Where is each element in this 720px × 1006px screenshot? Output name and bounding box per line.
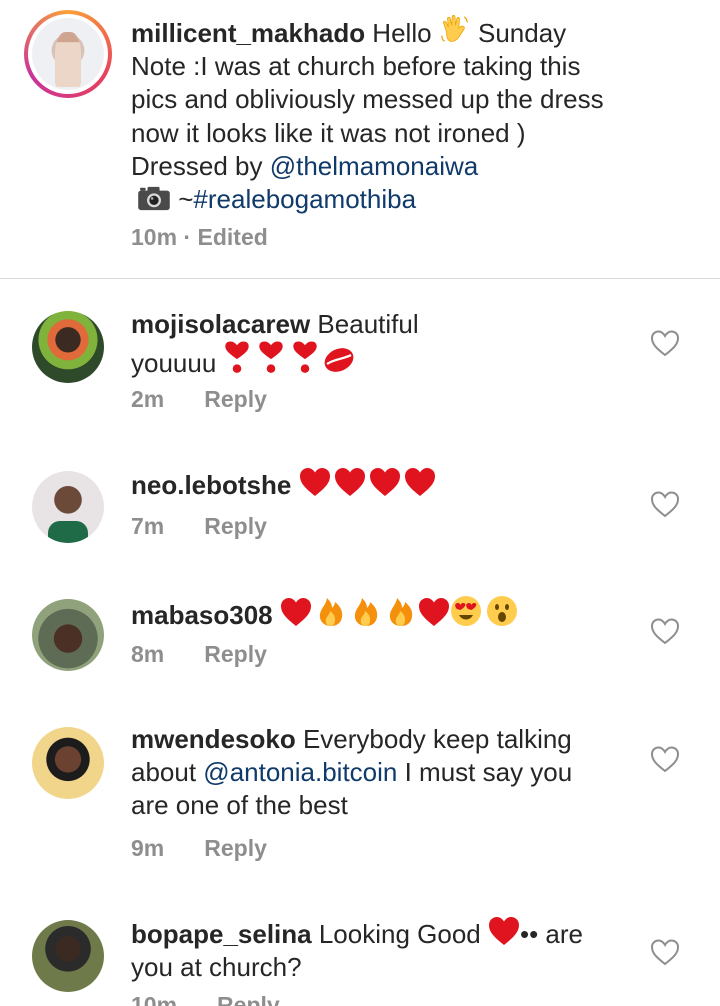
post-caption: millicent_makhado Hello Sunday Note :I w… xyxy=(0,0,720,279)
comment-text xyxy=(291,470,298,500)
heart-exclamation-icon xyxy=(258,341,284,375)
caption-username[interactable]: millicent_makhado xyxy=(131,18,365,48)
comment-time: 10m xyxy=(131,992,178,1006)
camera-icon xyxy=(137,185,171,211)
like-comment-heart-icon[interactable] xyxy=(650,938,680,966)
fire-icon xyxy=(318,595,344,627)
like-comment-heart-icon[interactable] xyxy=(650,329,680,357)
fire-icon xyxy=(388,595,414,627)
comment-time: 8m xyxy=(131,641,165,667)
waving-hand-icon xyxy=(439,13,471,45)
comment-username[interactable]: mojisolacarew xyxy=(131,309,310,339)
red-heart-icon xyxy=(369,467,401,497)
comment-username[interactable]: bopape_selina xyxy=(131,919,312,949)
commenter-avatar[interactable] xyxy=(32,920,104,992)
edited-label: Edited xyxy=(197,224,268,250)
mention-link[interactable]: @antonia.bitcoin xyxy=(203,757,397,787)
like-comment-heart-icon[interactable] xyxy=(650,745,680,773)
comment-text: Everybody keep talking xyxy=(295,724,572,754)
comment-text xyxy=(273,600,280,630)
reply-button[interactable]: Reply xyxy=(204,513,267,539)
reply-button[interactable]: Reply xyxy=(204,641,267,667)
commenter-avatar[interactable] xyxy=(32,599,104,671)
commenter-avatar[interactable] xyxy=(32,311,104,383)
comment-time: 7m xyxy=(131,513,165,539)
fire-icon xyxy=(353,595,379,627)
comment-time: 9m xyxy=(131,835,165,861)
author-avatar[interactable] xyxy=(24,10,112,98)
heart-exclamation-icon xyxy=(224,341,250,375)
commenter-avatar[interactable] xyxy=(32,727,104,799)
red-heart-icon xyxy=(334,467,366,497)
surprised-face-icon xyxy=(486,595,518,627)
caption-text: millicent_makhado Hello Sunday Note :I w… xyxy=(131,13,691,216)
caption-line: Note :I was at church before taking this xyxy=(131,51,581,82)
comment-username[interactable]: neo.lebotshe xyxy=(131,470,291,500)
caption-line: pics and obliviously messed up the dress xyxy=(131,84,604,115)
heart-eyes-icon xyxy=(450,595,482,627)
comment-username[interactable]: mabaso308 xyxy=(131,600,273,630)
red-heart-icon xyxy=(299,467,331,497)
red-heart-icon xyxy=(418,597,450,627)
kiss-mark-icon xyxy=(322,345,356,375)
caption-time: 10m xyxy=(131,224,178,250)
comment-text: Beautiful xyxy=(310,309,419,339)
red-heart-icon xyxy=(488,916,520,946)
reply-button[interactable]: Reply xyxy=(217,992,280,1006)
heart-exclamation-icon xyxy=(292,341,318,375)
commenter-avatar[interactable] xyxy=(32,471,104,543)
mention-link[interactable]: @thelmamonaiwa xyxy=(270,151,478,181)
red-heart-icon xyxy=(280,597,312,627)
like-comment-heart-icon[interactable] xyxy=(650,617,680,645)
hashtag-link[interactable]: #realebogamothiba xyxy=(193,184,416,214)
divider xyxy=(0,278,720,279)
author-avatar-image xyxy=(32,18,104,90)
red-heart-icon xyxy=(404,467,436,497)
reply-button[interactable]: Reply xyxy=(204,835,267,861)
comment-text: Looking Good xyxy=(311,919,488,949)
comment-time: 2m xyxy=(131,386,165,412)
reply-button[interactable]: Reply xyxy=(204,386,267,412)
like-comment-heart-icon[interactable] xyxy=(650,490,680,518)
caption-line: now it looks like it was not ironed ) xyxy=(131,117,526,148)
comment-username[interactable]: mwendesoko xyxy=(131,724,296,754)
caption-meta: 10m · Edited xyxy=(131,224,268,250)
